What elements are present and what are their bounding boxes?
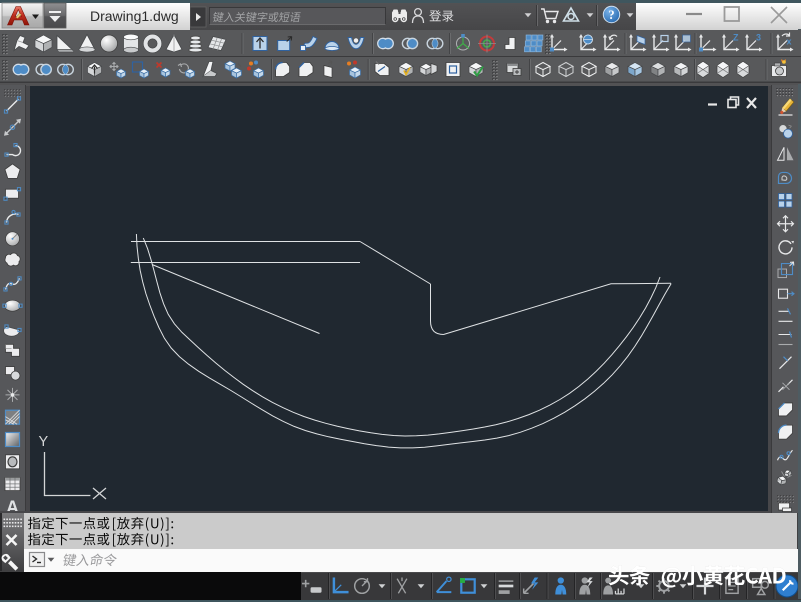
svg-text:Z: Z [733, 32, 739, 42]
svg-text:3: 3 [756, 32, 761, 42]
svg-text:x: x [787, 36, 792, 46]
svg-text:A: A [6, 497, 19, 511]
svg-text:Y: Y [39, 434, 49, 450]
